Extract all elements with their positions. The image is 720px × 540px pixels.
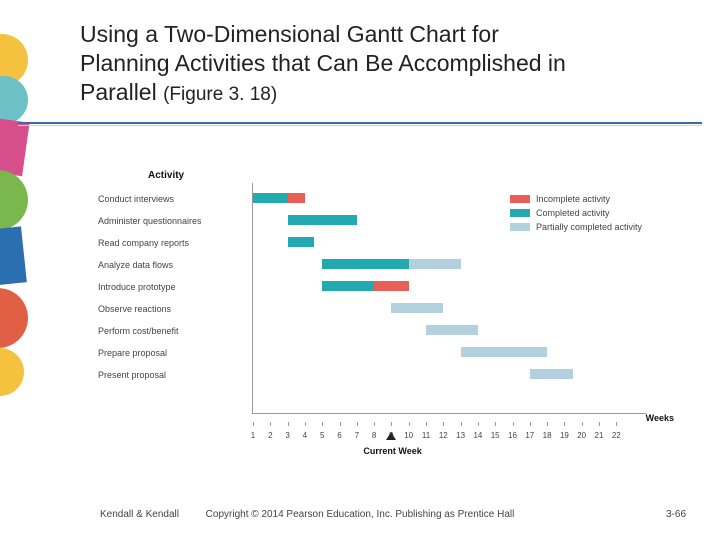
title-line3: Parallel (80, 79, 157, 105)
gantt-bar-completed (322, 259, 409, 269)
x-tick-label: 7 (350, 431, 364, 440)
x-tick (599, 422, 600, 426)
x-tick-label: 22 (609, 431, 623, 440)
x-tick (443, 422, 444, 426)
activity-label: Perform cost/benefit (98, 320, 252, 342)
gantt-bar-incomplete (374, 281, 409, 291)
x-tick (426, 422, 427, 426)
gantt-row (253, 232, 646, 254)
x-tick-label: 20 (575, 431, 589, 440)
legend-item: Partially completed activity (510, 220, 642, 234)
gantt-bar-completed (322, 281, 374, 291)
slide: Using a Two-Dimensional Gantt Chart for … (0, 0, 720, 540)
x-tick-label: 12 (436, 431, 450, 440)
x-tick (340, 422, 341, 426)
x-tick-label: 15 (488, 431, 502, 440)
footer-page-number: 3-66 (666, 509, 686, 520)
gantt-row (253, 320, 646, 342)
activity-label: Analyze data flows (98, 254, 252, 276)
x-tick-label: 3 (281, 431, 295, 440)
x-tick-label: 21 (592, 431, 606, 440)
x-tick-label: 11 (419, 431, 433, 440)
x-tick (305, 422, 306, 426)
x-tick-label: 1 (246, 431, 260, 440)
gantt-bar-partial (391, 303, 443, 313)
decorative-strip (0, 0, 36, 540)
x-tick (391, 422, 392, 426)
title-line1: Using a Two-Dimensional Gantt Chart for (80, 21, 499, 47)
x-tick-label: 16 (506, 431, 520, 440)
y-axis-label: Activity (148, 170, 184, 181)
title-line2: Planning Activities that Can Be Accompli… (80, 50, 566, 76)
x-tick (513, 422, 514, 426)
current-week-label: Current Week (363, 446, 421, 456)
x-tick-label: 17 (523, 431, 537, 440)
footer-copyright: Copyright © 2014 Pearson Education, Inc.… (0, 509, 720, 520)
x-tick (322, 422, 323, 426)
x-tick (547, 422, 548, 426)
x-tick (409, 422, 410, 426)
x-tick-label: 18 (540, 431, 554, 440)
x-tick (582, 422, 583, 426)
x-tick-label: 10 (402, 431, 416, 440)
x-tick-label: 19 (557, 431, 571, 440)
gantt-bar-completed (253, 193, 288, 203)
activity-label: Present proposal (98, 364, 252, 386)
title-divider (18, 122, 702, 124)
gantt-bar-completed (288, 237, 314, 247)
gantt-bar-partial (409, 259, 461, 269)
figure-ref: (Figure 3. 18) (163, 84, 277, 105)
x-tick-label: 6 (333, 431, 347, 440)
x-tick (270, 422, 271, 426)
gantt-chart: Activity Weeks Conduct interviewsAdminis… (98, 170, 646, 450)
activity-labels: Conduct interviewsAdminister questionnai… (98, 188, 252, 386)
x-tick-label: 5 (315, 431, 329, 440)
x-tick-label: 14 (471, 431, 485, 440)
x-tick (461, 422, 462, 426)
x-tick (253, 422, 254, 426)
gantt-row (253, 254, 646, 276)
x-tick-label: 13 (454, 431, 468, 440)
legend-label: Incomplete activity (536, 194, 610, 204)
gantt-bar-completed (288, 215, 357, 225)
activity-label: Observe reactions (98, 298, 252, 320)
title-divider-light (18, 125, 702, 126)
activity-label: Read company reports (98, 232, 252, 254)
legend-label: Partially completed activity (536, 222, 642, 232)
x-axis-label: Weeks (646, 413, 674, 423)
x-tick (530, 422, 531, 426)
x-tick-label: 4 (298, 431, 312, 440)
gantt-row (253, 276, 646, 298)
current-week-arrow-icon (386, 432, 396, 440)
legend-swatch (510, 209, 530, 217)
x-tick (616, 422, 617, 426)
x-tick (478, 422, 479, 426)
gantt-bar-incomplete (288, 193, 305, 203)
x-tick (357, 422, 358, 426)
legend-label: Completed activity (536, 208, 610, 218)
legend-item: Completed activity (510, 206, 642, 220)
activity-label: Prepare proposal (98, 342, 252, 364)
page-title: Using a Two-Dimensional Gantt Chart for … (80, 20, 680, 106)
x-tick-label: 8 (367, 431, 381, 440)
legend: Incomplete activity Completed activity Par… (510, 192, 642, 234)
x-tick (495, 422, 496, 426)
activity-label: Conduct interviews (98, 188, 252, 210)
x-tick (374, 422, 375, 426)
gantt-row (253, 342, 646, 364)
x-tick (564, 422, 565, 426)
activity-label: Administer questionnaires (98, 210, 252, 232)
x-tick (288, 422, 289, 426)
x-tick-label: 2 (263, 431, 277, 440)
gantt-bar-partial (530, 369, 573, 379)
gantt-bar-partial (426, 325, 478, 335)
gantt-bar-partial (461, 347, 548, 357)
legend-swatch (510, 223, 530, 231)
activity-label: Introduce prototype (98, 276, 252, 298)
gantt-row (253, 298, 646, 320)
legend-swatch (510, 195, 530, 203)
gantt-row (253, 364, 646, 386)
legend-item: Incomplete activity (510, 192, 642, 206)
